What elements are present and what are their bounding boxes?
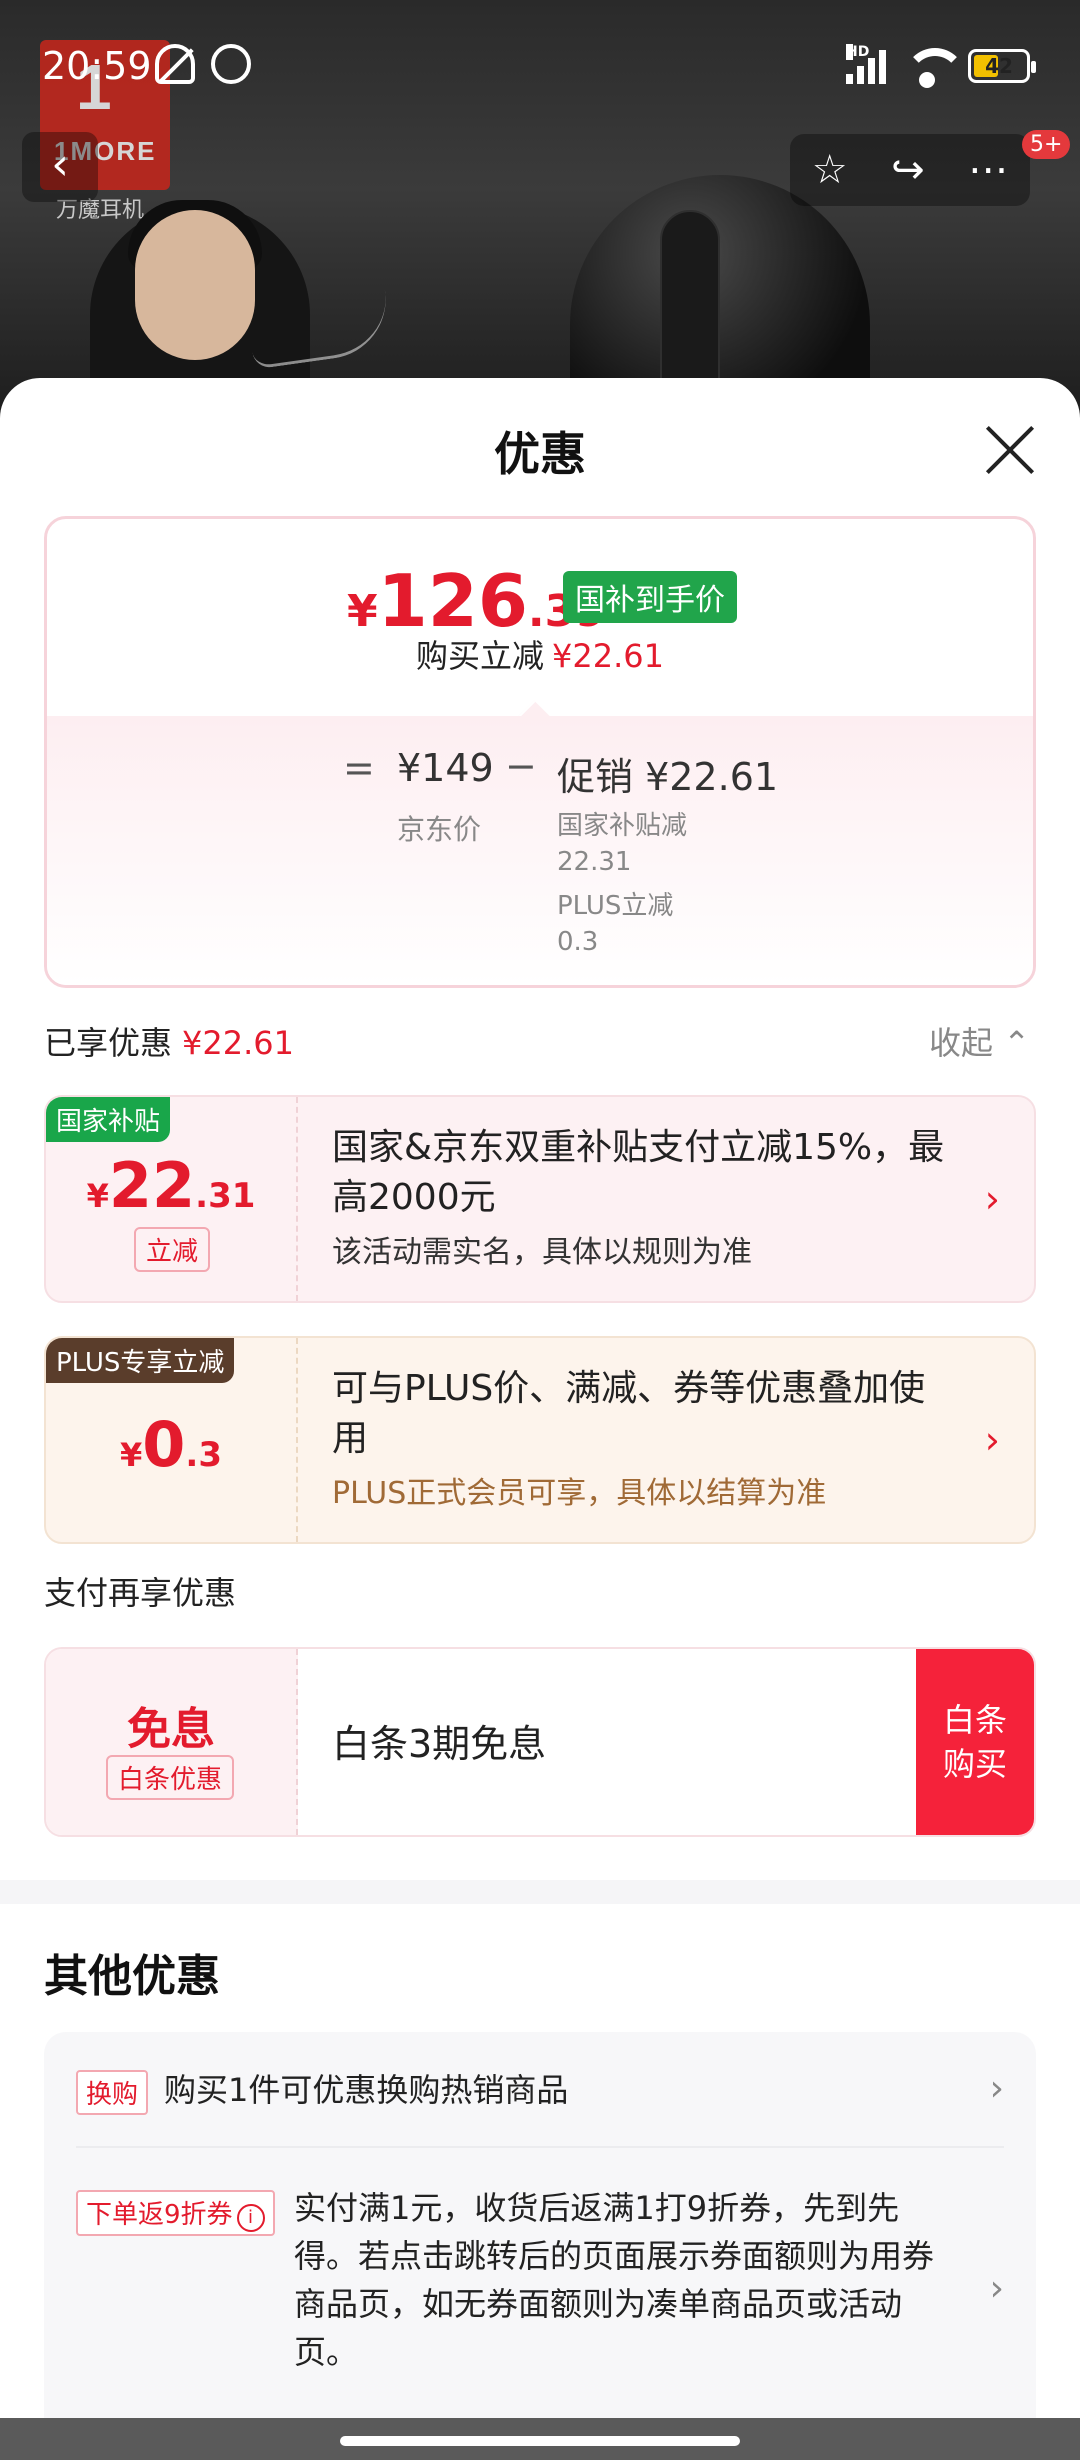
- gov-amount-currency: ¥: [86, 1177, 109, 1215]
- section-divider: [0, 1880, 1080, 1904]
- plus-amount-currency: ¥: [120, 1436, 143, 1474]
- mute-bell-icon: [155, 44, 195, 84]
- chevron-right-icon: ›: [989, 2068, 1004, 2109]
- chevron-up-icon: ⌃: [1003, 1024, 1030, 1062]
- plus-amount-int: 0: [142, 1408, 186, 1481]
- alarm-icon: [211, 44, 251, 84]
- wifi-icon: [904, 48, 966, 88]
- plus-amount-dec: .3: [185, 1435, 222, 1475]
- trade-in-row[interactable]: 换购 购买1件可优惠换购热销商品 ›: [76, 2032, 1004, 2148]
- breakdown-label: PLUS立减: [557, 891, 674, 921]
- gov-subsidy-card[interactable]: 国家补贴 ¥22.31 立减 国家&京东双重补贴支付立减15%，最高2000元 …: [44, 1095, 1036, 1303]
- subsidy-price-tag: 国补到手价: [563, 571, 737, 623]
- network-label: HD: [846, 44, 870, 60]
- home-indicator[interactable]: [340, 2436, 740, 2446]
- reduce-label: 购买立减: [416, 637, 545, 675]
- battery-level: 42: [985, 54, 1013, 78]
- back-button[interactable]: ‹: [22, 132, 98, 202]
- pay-discount-title: 支付再享优惠: [44, 1574, 237, 1612]
- plus-detail: PLUS正式会员可享，具体以结算为准: [332, 1476, 827, 1511]
- gov-subsidy-amount: ¥22.31: [46, 1149, 296, 1222]
- chevron-right-icon: ›: [984, 1177, 1000, 1221]
- breakdown-label: 国家补贴减: [557, 811, 688, 841]
- coupon-return-row[interactable]: 下单返9折券 i 实付满1元，收货后返满1打9折券，先到先得。若点击跳转后的页面展…: [76, 2150, 1004, 2410]
- price-summary-card: ¥ 126 .39 国补到手价 购买立减¥22.61 = ¥149 京东价 − …: [44, 516, 1036, 988]
- other-discounts-title: 其他优惠: [44, 1951, 220, 2002]
- gov-subsidy-tag: 国家补贴: [46, 1097, 171, 1142]
- gov-subsidy-headline: 国家&京东双重补贴支付立减15%，最高2000元: [332, 1127, 945, 1218]
- baitiao-buy-button[interactable]: 白条购买: [916, 1649, 1034, 1835]
- baitiao-offer-text: 白条3期免息: [332, 1722, 547, 1766]
- chevron-right-icon: ›: [989, 2268, 1004, 2309]
- collapse-label: 收起: [929, 1024, 994, 1062]
- message-badge: 5+: [1022, 130, 1071, 159]
- status-bar: 20:59 HD 42: [0, 0, 1080, 130]
- coupon-return-text: 实付满1元，收货后返满1打9折券，先到先得。若点击跳转后的页面展示券面额则为用券…: [294, 2189, 935, 2371]
- promo-total: 促销 ¥22.61: [557, 755, 779, 799]
- instant-reduce-tag: 立减: [134, 1227, 211, 1272]
- enjoyed-amount: ¥22.61: [182, 1024, 294, 1062]
- share-icon[interactable]: ↪: [891, 147, 925, 193]
- chevron-right-icon: ›: [984, 1418, 1000, 1462]
- sheet-title: 优惠: [494, 427, 586, 481]
- signal-icon: HD: [846, 44, 886, 84]
- reduce-amount: ¥22.61: [552, 637, 664, 675]
- more-icon[interactable]: ⋯: [968, 147, 1008, 193]
- jd-price: ¥149: [397, 746, 494, 790]
- collapse-button[interactable]: 收起 ⌃: [929, 1018, 1030, 1064]
- breakdown-value: 22.31: [557, 847, 632, 877]
- price-breakdown: = ¥149 京东价 − 促销 ¥22.61 国家补贴减 22.31 PLUS立…: [47, 716, 1033, 985]
- baitiao-discount-tag: 白条优惠: [106, 1755, 235, 1800]
- status-time: 20:59: [42, 44, 152, 88]
- gov-amount-dec: .31: [195, 1176, 256, 1216]
- baitiao-card: 免息 白条优惠 白条3期免息 白条购买: [44, 1647, 1036, 1837]
- gov-amount-int: 22: [108, 1149, 196, 1222]
- minus-sign: −: [505, 744, 537, 788]
- enjoyed-label: 已享优惠: [44, 1024, 173, 1062]
- plus-tag: PLUS专享立减: [46, 1338, 235, 1383]
- breakdown-value: 0.3: [557, 927, 599, 957]
- equals-sign: =: [343, 746, 375, 790]
- star-icon[interactable]: ☆: [812, 147, 848, 193]
- coupon-return-tag: 下单返9折券 i: [76, 2190, 275, 2236]
- close-icon[interactable]: [982, 422, 1038, 478]
- reduce-line: 购买立减 ¥22.61: [47, 631, 1033, 677]
- trade-in-text: 购买1件可优惠换购热销商品: [164, 2071, 569, 2109]
- plus-amount: ¥0.3: [46, 1408, 296, 1481]
- enjoyed-discounts-row: 已享优惠 ¥22.61 收起 ⌃: [44, 1018, 1036, 1068]
- trade-in-tag: 换购: [76, 2070, 149, 2115]
- jd-price-label: 京东价: [397, 813, 482, 846]
- other-discounts-card: 换购 购买1件可优惠换购热销商品 › 下单返9折券 i 实付满1元，收货后返满1打…: [44, 2032, 1036, 2460]
- info-icon[interactable]: i: [236, 2204, 265, 2232]
- top-actions: ☆ ↪ ⋯: [790, 134, 1030, 206]
- plus-headline: 可与PLUS价、满减、券等优惠叠加使用: [332, 1368, 926, 1459]
- interest-free-label: 免息: [127, 1704, 215, 1755]
- battery-icon: 42: [968, 49, 1036, 83]
- discount-sheet: 优惠 ¥ 126 .39 国补到手价 购买立减¥22.61 = ¥149 京东价…: [0, 378, 1080, 2460]
- spokesperson-face: [135, 210, 255, 360]
- coupon-return-tag-label: 下单返9折券: [86, 2200, 233, 2230]
- baitiao-buy-label: 白条购买: [942, 1701, 1007, 1783]
- plus-discount-card[interactable]: PLUS专享立减 ¥0.3 可与PLUS价、满减、券等优惠叠加使用 PLUS正式…: [44, 1336, 1036, 1544]
- gov-subsidy-detail: 该活动需实名，具体以规则为准: [332, 1235, 752, 1270]
- final-price-currency: ¥: [347, 586, 378, 637]
